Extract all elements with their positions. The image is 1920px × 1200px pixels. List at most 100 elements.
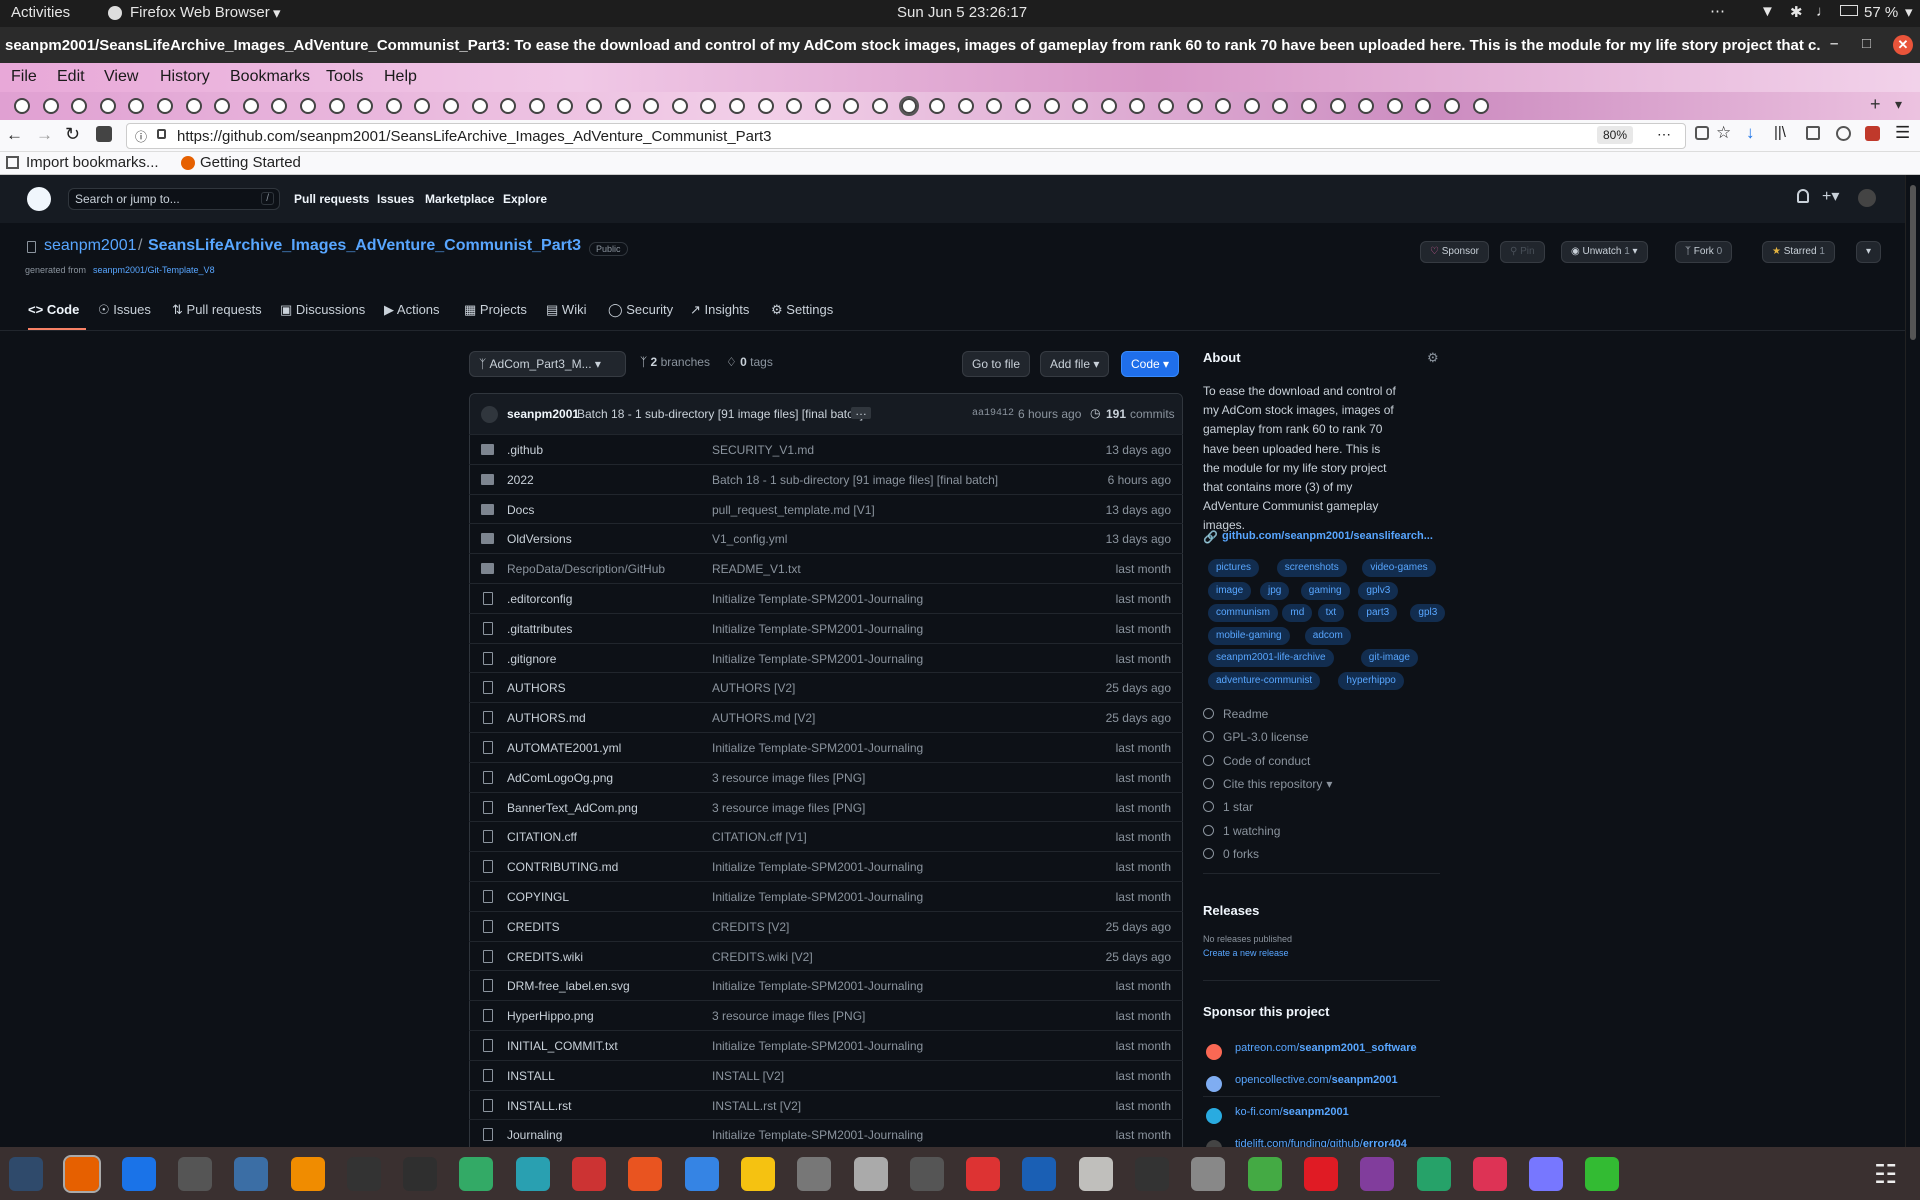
sponsor-link[interactable]: patreon.com/seanpm2001_software (1235, 1042, 1417, 1054)
tab-pull-requests[interactable]: ⇅ Pull requests (172, 290, 262, 330)
file-row[interactable]: AUTHORS AUTHORS [V2] 25 days ago (469, 672, 1183, 702)
new-tab-button[interactable]: + (1870, 94, 1881, 115)
folder-row[interactable]: 2022 Batch 18 - 1 sub-directory [91 image… (469, 463, 1183, 494)
tab-github-icon[interactable] (1043, 98, 1060, 114)
file-row[interactable]: CONTRIBUTING.md Initialize Template-SPM20… (469, 851, 1183, 881)
topic-tag[interactable]: seanpm2001-life-archive (1208, 649, 1334, 668)
app-icon[interactable] (515, 1157, 550, 1191)
app-icon[interactable] (909, 1157, 944, 1191)
app-icon[interactable] (1416, 1157, 1451, 1191)
folder-row[interactable]: Docs pull_request_template.md [V1] 13 days… (469, 493, 1183, 524)
file-name[interactable]: AUTHORS.md (507, 711, 586, 725)
tab-github-icon[interactable] (1272, 98, 1289, 114)
file-name[interactable]: AUTOMATE2001.yml (507, 741, 621, 755)
tab-github-icon[interactable] (300, 98, 316, 114)
about-item-1[interactable]: Readme (1203, 707, 1268, 721)
menu-help[interactable]: Help (384, 68, 417, 86)
tab-github-icon[interactable] (843, 98, 860, 114)
go-to-file-button[interactable]: Go to file (962, 351, 1031, 377)
file-row[interactable]: INSTALL INSTALL [V2] last month (469, 1059, 1183, 1090)
tab-github-icon[interactable] (786, 98, 803, 114)
tab-wiki[interactable]: ▤ Wiki (546, 290, 586, 330)
text-editor-icon[interactable] (684, 1157, 719, 1191)
commit-message[interactable]: Batch 18 - 1 sub-directory [91 image fil… (577, 407, 863, 421)
about-item-2[interactable]: GPL-3.0 license (1203, 730, 1308, 744)
branches-link[interactable]: ᛉ 2 branches (640, 355, 710, 369)
commit-message-link[interactable]: CREDITS.wiki [V2] (712, 950, 813, 964)
nav-issues[interactable]: Issues (377, 192, 414, 206)
file-row[interactable]: .gitignore Initialize Template-SPM2001-Jo… (469, 642, 1183, 673)
tab-github-icon[interactable] (957, 98, 974, 114)
file-name[interactable]: AUTHORS (507, 681, 566, 695)
tab-github-icon[interactable] (1015, 98, 1031, 114)
topic-tag[interactable]: mobile-gaming (1208, 626, 1290, 645)
bookmark-import[interactable]: Import bookmarks... (26, 154, 159, 171)
code-button[interactable]: Code ▾ (1121, 351, 1180, 377)
repo-name-link[interactable]: SeansLifeArchive_Images_AdVenture_Commun… (148, 237, 581, 255)
about-item-5[interactable]: 1 star (1203, 800, 1253, 814)
file-name[interactable]: INITIAL_COMMIT.txt (507, 1039, 618, 1053)
zoom-level[interactable]: 80% (1597, 126, 1634, 144)
system-monitor-icon[interactable] (9, 1157, 43, 1191)
app-grid-icon[interactable]: ☷ (1874, 1159, 1897, 1190)
topic-tag[interactable]: part3 (1358, 604, 1398, 623)
tags-link[interactable]: ♢ 0 tags (726, 355, 773, 369)
tab-github-icon[interactable] (1444, 98, 1460, 114)
tab-github-icon[interactable] (1158, 98, 1174, 114)
tab-github-icon[interactable] (614, 98, 631, 114)
folder-row[interactable]: RepoData/Description/GitHub README_V1.txt… (469, 553, 1183, 583)
tab-github-icon[interactable] (1386, 98, 1403, 114)
tab-github-icon[interactable] (1215, 98, 1232, 114)
sponsor-link[interactable]: tidelift.com/funding/github/error404 (1235, 1138, 1407, 1147)
file-row[interactable]: CITATION.cff CITATION.cff [V1] last month (469, 821, 1183, 851)
bell-icon[interactable] (1797, 189, 1809, 203)
library-icon[interactable]: ||\ (1774, 124, 1786, 141)
commit-expand-button[interactable]: … (851, 405, 871, 419)
file-name[interactable]: CITATION.cff (507, 830, 577, 844)
download-icon[interactable]: ↓ (1746, 123, 1755, 143)
nav-pull-requests[interactable]: Pull requests (294, 192, 369, 206)
tab-code[interactable]: <> Code (28, 290, 86, 330)
close-button[interactable]: ✕ (1893, 35, 1913, 55)
vim-icon[interactable] (403, 1157, 438, 1191)
url-bar[interactable]: ⓘ https://github.com/seanpm2001/SeansLif… (126, 123, 1686, 149)
pin-button[interactable]: ⚲ Pin (1500, 241, 1545, 263)
commit-message-link[interactable]: 3 resource image files [PNG] (712, 801, 865, 815)
clock[interactable]: Sun Jun 5 23:26:17 (897, 4, 1027, 21)
about-item-6[interactable]: 1 watching (1203, 824, 1280, 838)
ublock-icon[interactable] (1865, 126, 1880, 141)
app-icon[interactable] (1135, 1157, 1169, 1191)
file-name[interactable]: Journaling (507, 1128, 562, 1142)
commit-message-link[interactable]: CITATION.cff [V1] (712, 830, 807, 844)
create-release-link[interactable]: Create a new release (1203, 948, 1289, 958)
tab-github-icon[interactable] (929, 98, 946, 114)
commit-author-avatar[interactable] (481, 406, 498, 423)
tab-list-icon[interactable]: ▾ (1895, 96, 1902, 113)
bookmark-star-icon[interactable]: ☆ (1716, 123, 1731, 143)
tab-github-icon[interactable] (1472, 98, 1489, 114)
file-row[interactable]: AUTOMATE2001.yml Initialize Template-SPM2… (469, 732, 1183, 762)
nav-explore[interactable]: Explore (503, 192, 547, 206)
vlc-icon[interactable] (290, 1157, 325, 1191)
topic-tag[interactable]: adcom (1304, 626, 1351, 645)
github-logo-icon[interactable] (27, 187, 51, 211)
commit-message-link[interactable]: Initialize Template-SPM2001-Journaling (712, 652, 923, 666)
commit-message-link[interactable]: pull_request_template.md [V1] (712, 503, 875, 517)
commit-author[interactable]: seanpm2001 (507, 407, 579, 421)
topic-tag[interactable]: md (1282, 604, 1313, 623)
file-name[interactable]: Docs (507, 503, 534, 517)
about-item-3[interactable]: Code of conduct (1203, 754, 1310, 768)
file-row[interactable]: COPYINGL Initialize Template-SPM2001-Jour… (469, 881, 1183, 911)
extension-icon[interactable] (96, 126, 112, 142)
tab-github-icon[interactable] (443, 98, 459, 114)
tab-issues[interactable]: ☉ Issues (98, 290, 151, 330)
file-row[interactable]: BannerText_AdCom.png 3 resource image fil… (469, 791, 1183, 822)
app-icon[interactable] (1472, 1157, 1507, 1191)
commit-message-link[interactable]: Batch 18 - 1 sub-directory [91 image fil… (712, 473, 998, 487)
files-icon[interactable] (797, 1157, 832, 1191)
terminal-icon[interactable] (346, 1157, 381, 1191)
commit-message-link[interactable]: Initialize Template-SPM2001-Journaling (712, 979, 923, 993)
app-icon[interactable] (1022, 1157, 1057, 1191)
file-row[interactable]: .gitattributes Initialize Template-SPM200… (469, 612, 1183, 643)
topic-tag[interactable]: jpg (1260, 581, 1290, 600)
